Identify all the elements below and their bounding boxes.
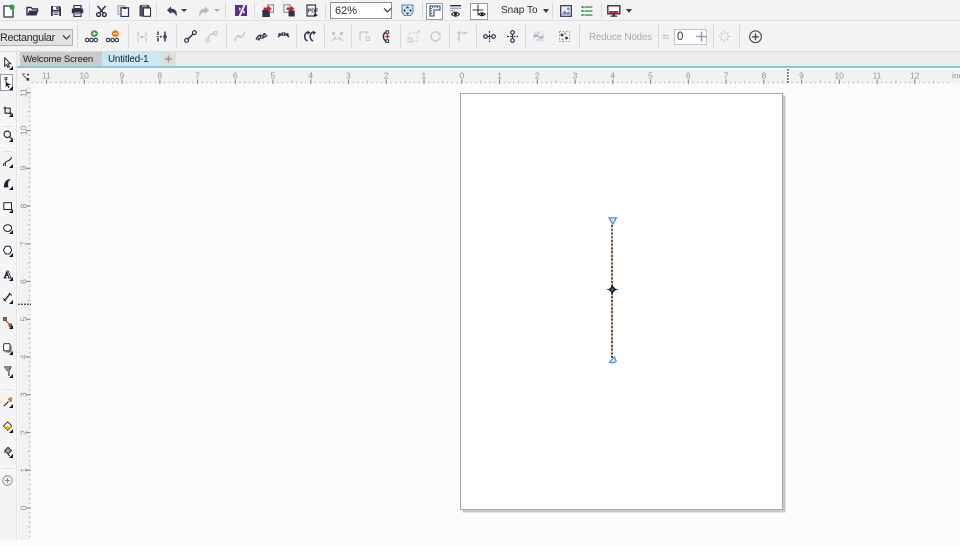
svg-text:9: 9 — [120, 70, 125, 80]
svg-text:2: 2 — [384, 70, 389, 80]
svg-text:PDF: PDF — [308, 9, 318, 15]
svg-text:11: 11 — [873, 70, 882, 80]
svg-text:6: 6 — [686, 70, 691, 80]
svg-text:7: 7 — [195, 70, 200, 80]
svg-text:1: 1 — [422, 70, 427, 80]
svg-text:8: 8 — [157, 70, 162, 80]
svg-text:0: 0 — [459, 70, 464, 80]
svg-text:12: 12 — [910, 70, 920, 80]
svg-text:inches: inches — [952, 70, 960, 80]
svg-text:7: 7 — [724, 70, 729, 80]
svg-text:1: 1 — [497, 70, 502, 80]
svg-text:3: 3 — [346, 70, 351, 80]
svg-text:9: 9 — [799, 70, 804, 80]
svg-text:4: 4 — [308, 70, 313, 80]
svg-text:8: 8 — [761, 70, 766, 80]
svg-text:11: 11 — [42, 70, 51, 80]
svg-text:2: 2 — [535, 70, 540, 80]
svg-text:5: 5 — [648, 70, 653, 80]
svg-text:6: 6 — [233, 70, 238, 80]
svg-text:3: 3 — [573, 70, 578, 80]
svg-text:10: 10 — [834, 70, 844, 80]
svg-text:5: 5 — [271, 70, 276, 80]
svg-text:4: 4 — [610, 70, 615, 80]
svg-text:10: 10 — [79, 70, 89, 80]
